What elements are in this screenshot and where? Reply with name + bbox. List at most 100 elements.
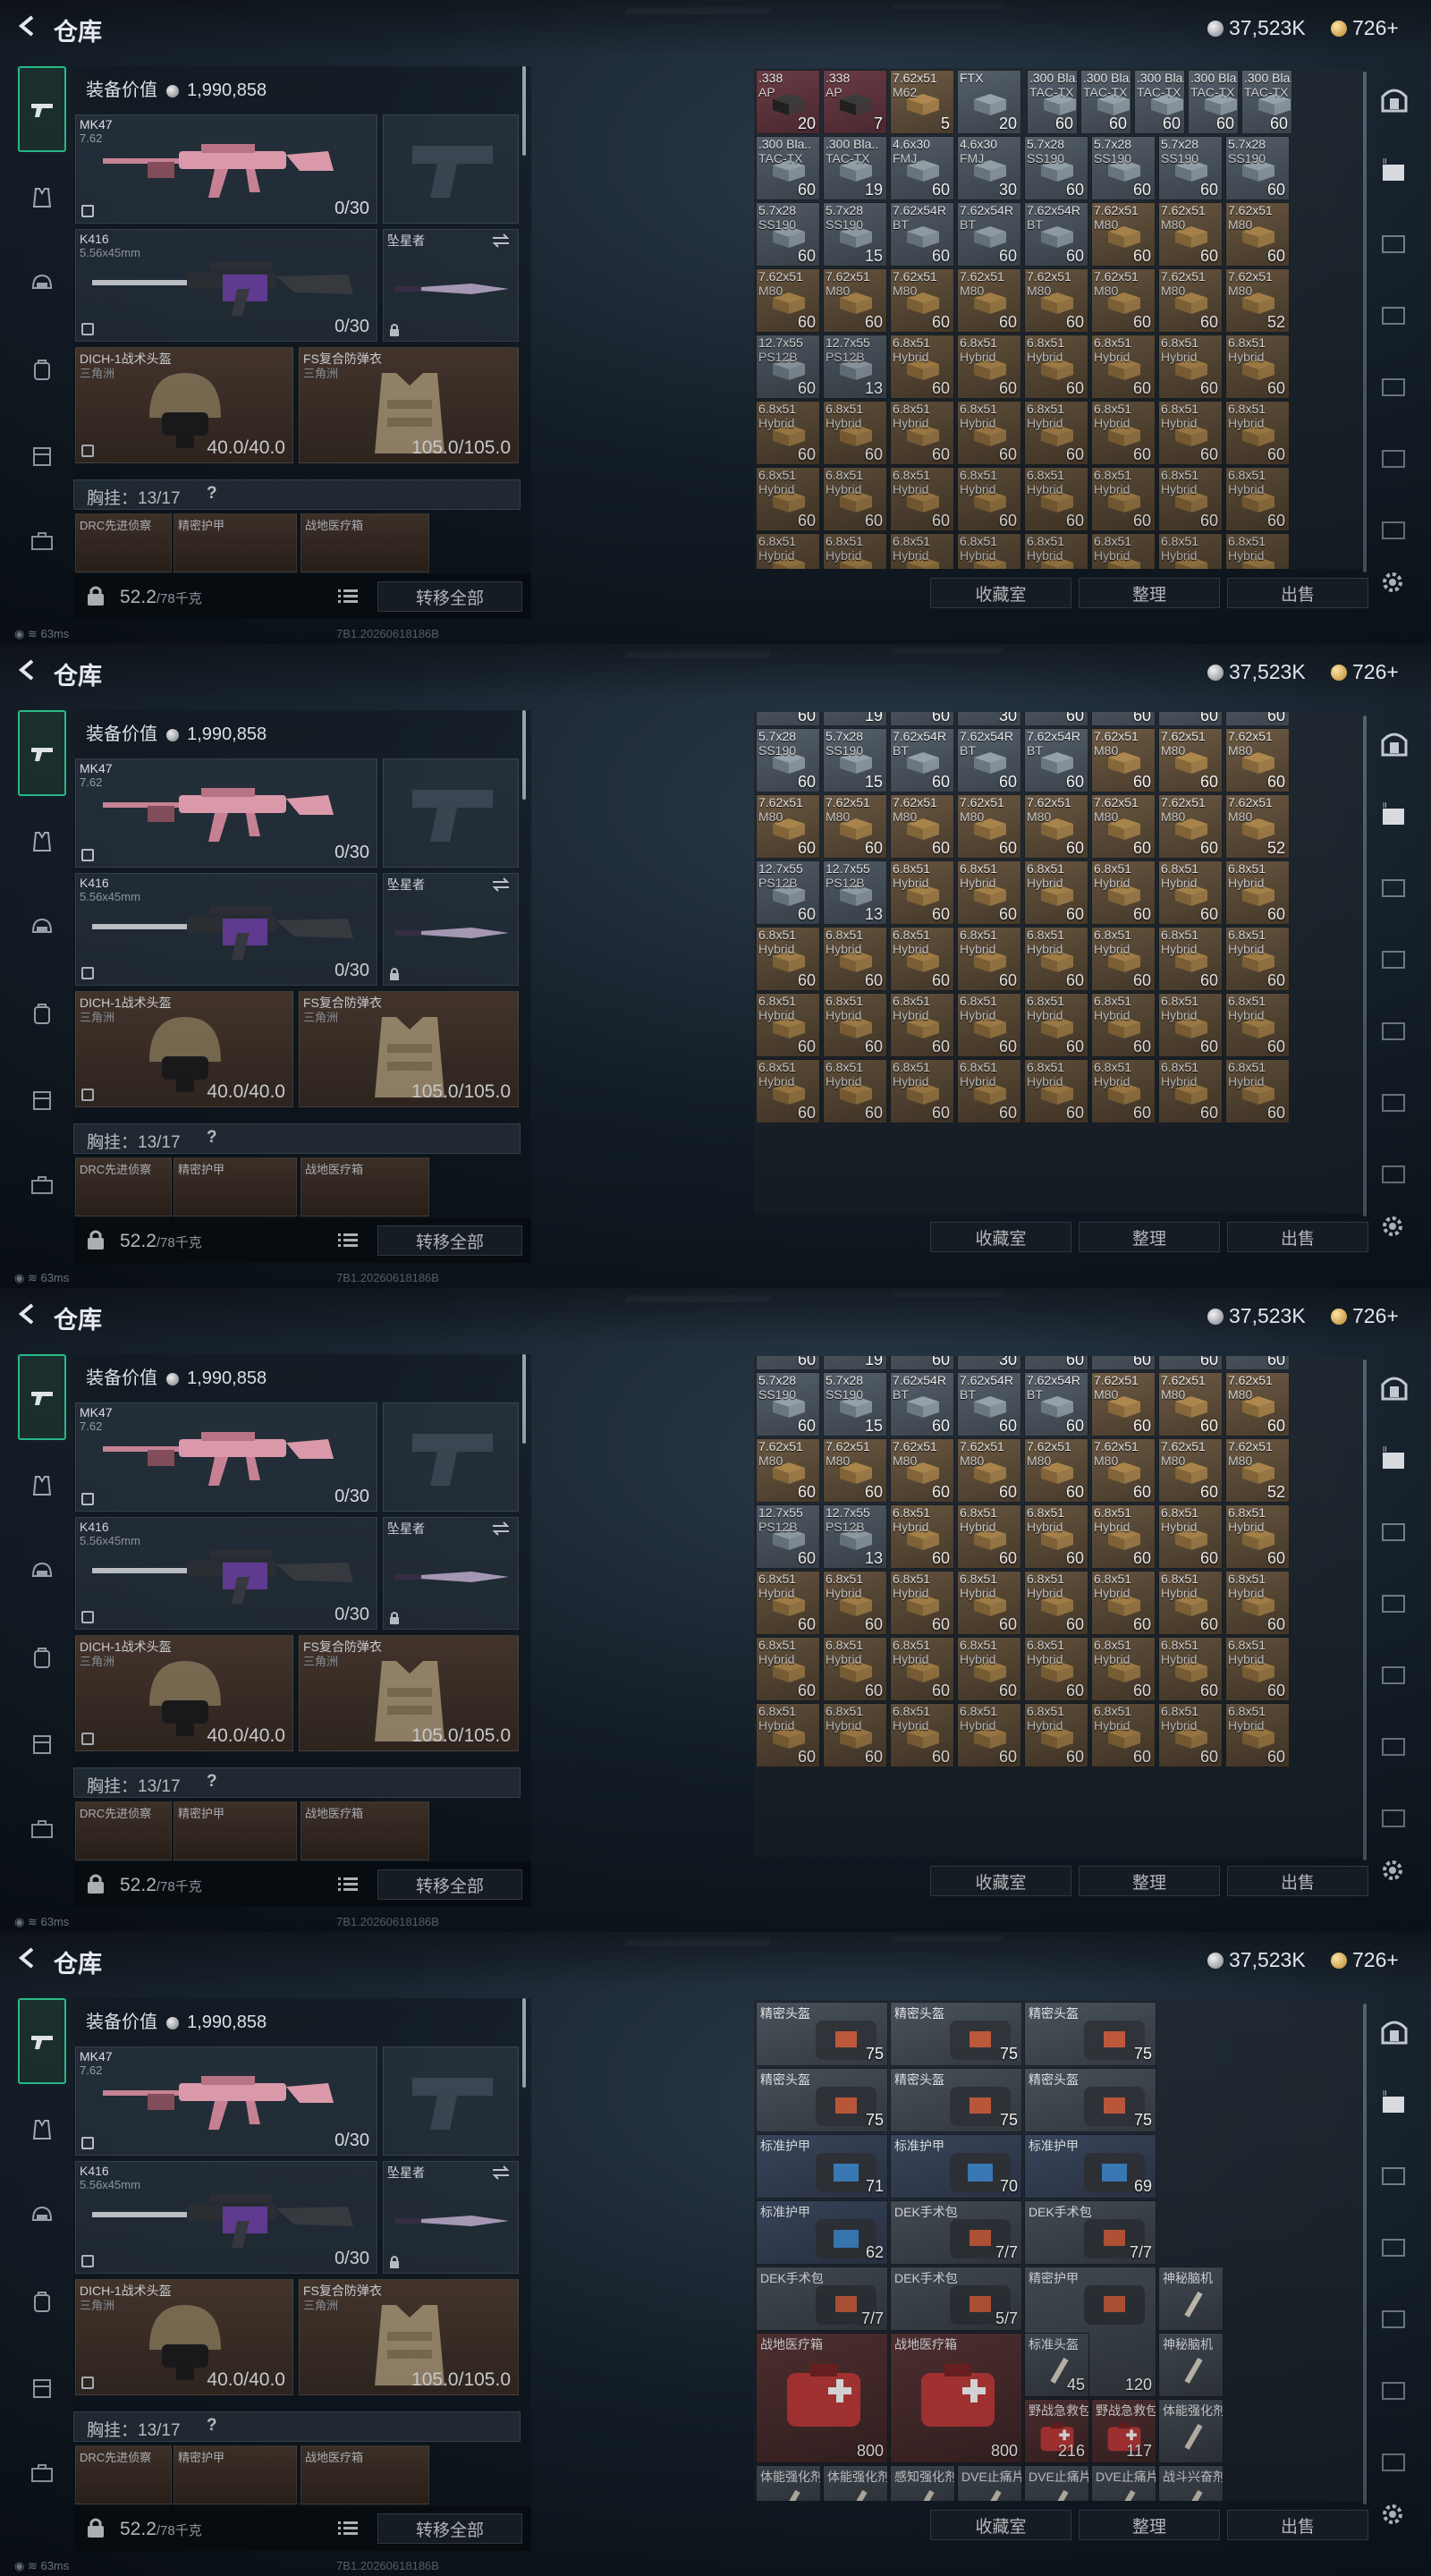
ammo-cell[interactable]: 6.8x51Hybrid60 (890, 1703, 954, 1767)
primary-weapon-slot[interactable]: MK47 7.62 0/30 (75, 2046, 377, 2156)
gear-cell[interactable]: DVE止痛片 (957, 2465, 1022, 2501)
primary-weapon-slot[interactable]: MK47 7.62 0/30 (75, 1402, 377, 1512)
ammo-cell[interactable]: 7.62x51 M80 60 (1158, 202, 1223, 267)
gear-cell[interactable]: 精密头盔 75 (1024, 2002, 1156, 2066)
ammo-cell[interactable]: 6.8x51Hybrid60 (1158, 1703, 1223, 1767)
ammo-cell[interactable]: 7.62x51 M80 60 (957, 1438, 1021, 1503)
list-icon[interactable] (338, 589, 358, 605)
ammo-cell[interactable]: 12.7x55 PS12B 60 (756, 860, 820, 925)
help-icon[interactable]: ? (207, 1128, 217, 1148)
gear-cell[interactable]: 精密头盔 75 (756, 2002, 888, 2066)
gold-currency[interactable]: 726+ (1331, 1948, 1399, 1972)
gear-icon[interactable] (1379, 1857, 1406, 1884)
equipment-scrollbar[interactable] (522, 1998, 526, 2088)
stash-page-6-icon[interactable] (1379, 1088, 1410, 1114)
stash-page-7-icon[interactable] (1379, 2447, 1410, 2474)
help-icon[interactable]: ? (207, 1772, 217, 1792)
ammo-cell[interactable]: 7.62x51 M80 60 (1091, 728, 1156, 792)
armor-slot[interactable]: FS复合防弹衣 三角洲 105.0/105.0 (299, 1635, 519, 1751)
ammo-cell[interactable]: 4.6x30FMJ30 (957, 1356, 1021, 1370)
ammo-cell[interactable]: 6.8x51Hybrid60 (1024, 1504, 1088, 1569)
ammo-cell[interactable]: 5.7x28SS19060 (1091, 136, 1156, 200)
transfer-all-button[interactable]: 转移全部 (377, 1225, 522, 1256)
ammo-cell[interactable]: 6.8x51Hybrid60 (823, 1059, 887, 1123)
ammo-cell[interactable]: 5.7x28SS19060 (1024, 712, 1088, 726)
ammo-cell[interactable]: 6.8x51Hybrid60 (890, 335, 954, 399)
gear-cell[interactable]: 野战急救包 117 (1091, 2399, 1156, 2463)
ammo-cell[interactable]: 7.62x51 M80 60 (1225, 728, 1290, 792)
mini-slot-3[interactable]: 战地医疗箱 (301, 1157, 429, 1216)
nav-weapons[interactable] (18, 710, 66, 796)
gear-cell[interactable]: DEK手术包 5/7 (890, 2267, 1022, 2331)
melee-slot[interactable]: 坠星者 (383, 2161, 519, 2274)
mini-slot-3[interactable]: 战地医疗箱 (301, 513, 429, 572)
ammo-cell[interactable]: 6.8x51Hybrid60 (1158, 1504, 1223, 1569)
ammo-cell[interactable]: 7.62x51 M80 52 (1225, 794, 1290, 859)
ammo-cell[interactable]: 5.7x28SS19060 (1158, 1356, 1223, 1370)
nav-armor[interactable] (18, 818, 66, 866)
ammo-cell[interactable]: 6.8x51Hybrid60 (823, 401, 887, 465)
ammo-cell[interactable]: 6.8x51Hybrid60 (823, 927, 887, 991)
melee-slot[interactable]: 坠星者 (383, 1517, 519, 1630)
nav-helmet[interactable] (18, 903, 66, 952)
ammo-cell[interactable]: .300 Bla..TAC-TX60 (756, 712, 820, 726)
ammo-cell[interactable]: 6.8x51Hybrid60 (957, 335, 1021, 399)
gold-currency[interactable]: 726+ (1331, 16, 1399, 40)
chest-rig-bar[interactable]: 胸挂：13/17 ? (73, 2411, 521, 2442)
gear-cell[interactable]: 战地医疗箱 800 (756, 2333, 888, 2463)
nav-backpack[interactable] (18, 989, 66, 1038)
ammo-cell[interactable]: 6.8x51Hybrid60 (1024, 533, 1088, 569)
melee-slot[interactable]: 坠星者 (383, 229, 519, 342)
ammo-cell[interactable]: 5.7x28SS19060 (756, 202, 820, 267)
back-arrow-icon[interactable] (14, 657, 41, 683)
ammo-cell[interactable]: .300 Bla..TAC-TX60 (756, 1356, 820, 1370)
ammo-cell[interactable]: 6.8x51Hybrid60 (1091, 1637, 1156, 1701)
ammo-cell[interactable]: 6.8x51Hybrid60 (890, 467, 954, 531)
ammo-cell[interactable]: 6.8x51Hybrid60 (890, 1637, 954, 1701)
ammo-cell[interactable]: 6.8x51Hybrid60 (1024, 860, 1088, 925)
armor-slot[interactable]: FS复合防弹衣 三角洲 105.0/105.0 (299, 347, 519, 463)
vault-icon[interactable] (1379, 86, 1410, 113)
ammo-cell[interactable]: 5.7x28SS19060 (1091, 712, 1156, 726)
mini-slot-3[interactable]: 战地医疗箱 (301, 2445, 429, 2504)
ammo-cell[interactable]: 5.7x28SS19060 (1158, 136, 1223, 200)
transfer-all-button[interactable]: 转移全部 (377, 1869, 522, 1900)
ammo-cell[interactable]: 12.7x55 PS12B 13 (823, 1504, 887, 1569)
melee-slot[interactable]: 坠星者 (383, 873, 519, 986)
stash-page-7-icon[interactable] (1379, 1803, 1410, 1830)
secondary-weapon-slot[interactable]: K416 5.56x45mm 0/30 (75, 873, 377, 986)
equipment-scrollbar[interactable] (522, 66, 526, 156)
ammo-cell[interactable]: 6.8x51Hybrid60 (756, 467, 820, 531)
ammo-cell[interactable]: FTX 20 (957, 70, 1021, 134)
help-icon[interactable]: ? (207, 2416, 217, 2436)
ammo-cell[interactable]: 7.62x54R BT 60 (1024, 202, 1088, 267)
ammo-cell[interactable]: 5.7x28SS19060 (756, 1372, 820, 1436)
ammo-cell[interactable]: 5.7x28SS19060 (1225, 712, 1290, 726)
gear-icon[interactable] (1379, 569, 1406, 596)
ammo-cell[interactable]: 6.8x51Hybrid60 (1024, 335, 1088, 399)
ammo-cell[interactable]: 6.8x51Hybrid60 (1225, 993, 1290, 1057)
ammo-cell[interactable]: 7.62x51 M62 5 (890, 70, 954, 134)
stash-page-5-icon[interactable] (1379, 1016, 1410, 1043)
sort-button[interactable]: 整理 (1079, 1866, 1220, 1896)
swap-icon[interactable] (491, 1521, 511, 1536)
ammo-cell[interactable]: 6.8x51Hybrid60 (1091, 467, 1156, 531)
stash-page-2-icon[interactable]: II (1379, 801, 1410, 828)
gear-cell[interactable]: 战斗兴奋剂 (1158, 2465, 1224, 2501)
gear-cell[interactable]: 标准护甲 71 (756, 2134, 888, 2199)
ammo-cell[interactable]: 7.62x51 M80 60 (890, 794, 954, 859)
ammo-cell[interactable]: 6.8x51Hybrid60 (1225, 1703, 1290, 1767)
ammo-cell[interactable]: 6.8x51Hybrid60 (756, 1571, 820, 1635)
stash-page-4-icon[interactable] (1379, 2233, 1410, 2259)
ammo-cell[interactable]: 6.8x51Hybrid60 (1158, 1059, 1223, 1123)
ammo-cell[interactable]: 6.8x51Hybrid60 (957, 860, 1021, 925)
transfer-all-button[interactable]: 转移全部 (377, 581, 522, 612)
back-arrow-icon[interactable] (14, 1945, 41, 1971)
swap-icon[interactable] (491, 877, 511, 892)
helmet-slot[interactable]: DICH-1战术头盔 三角洲 40.0/40.0 (75, 1635, 293, 1751)
ammo-cell[interactable]: 5.7x28 SS190 15 (823, 728, 887, 792)
helmet-slot[interactable]: DICH-1战术头盔 三角洲 40.0/40.0 (75, 347, 293, 463)
nav-weapons[interactable] (18, 1998, 66, 2084)
ammo-cell[interactable]: 6.8x51Hybrid60 (1158, 533, 1223, 569)
stash-page-4-icon[interactable] (1379, 945, 1410, 971)
